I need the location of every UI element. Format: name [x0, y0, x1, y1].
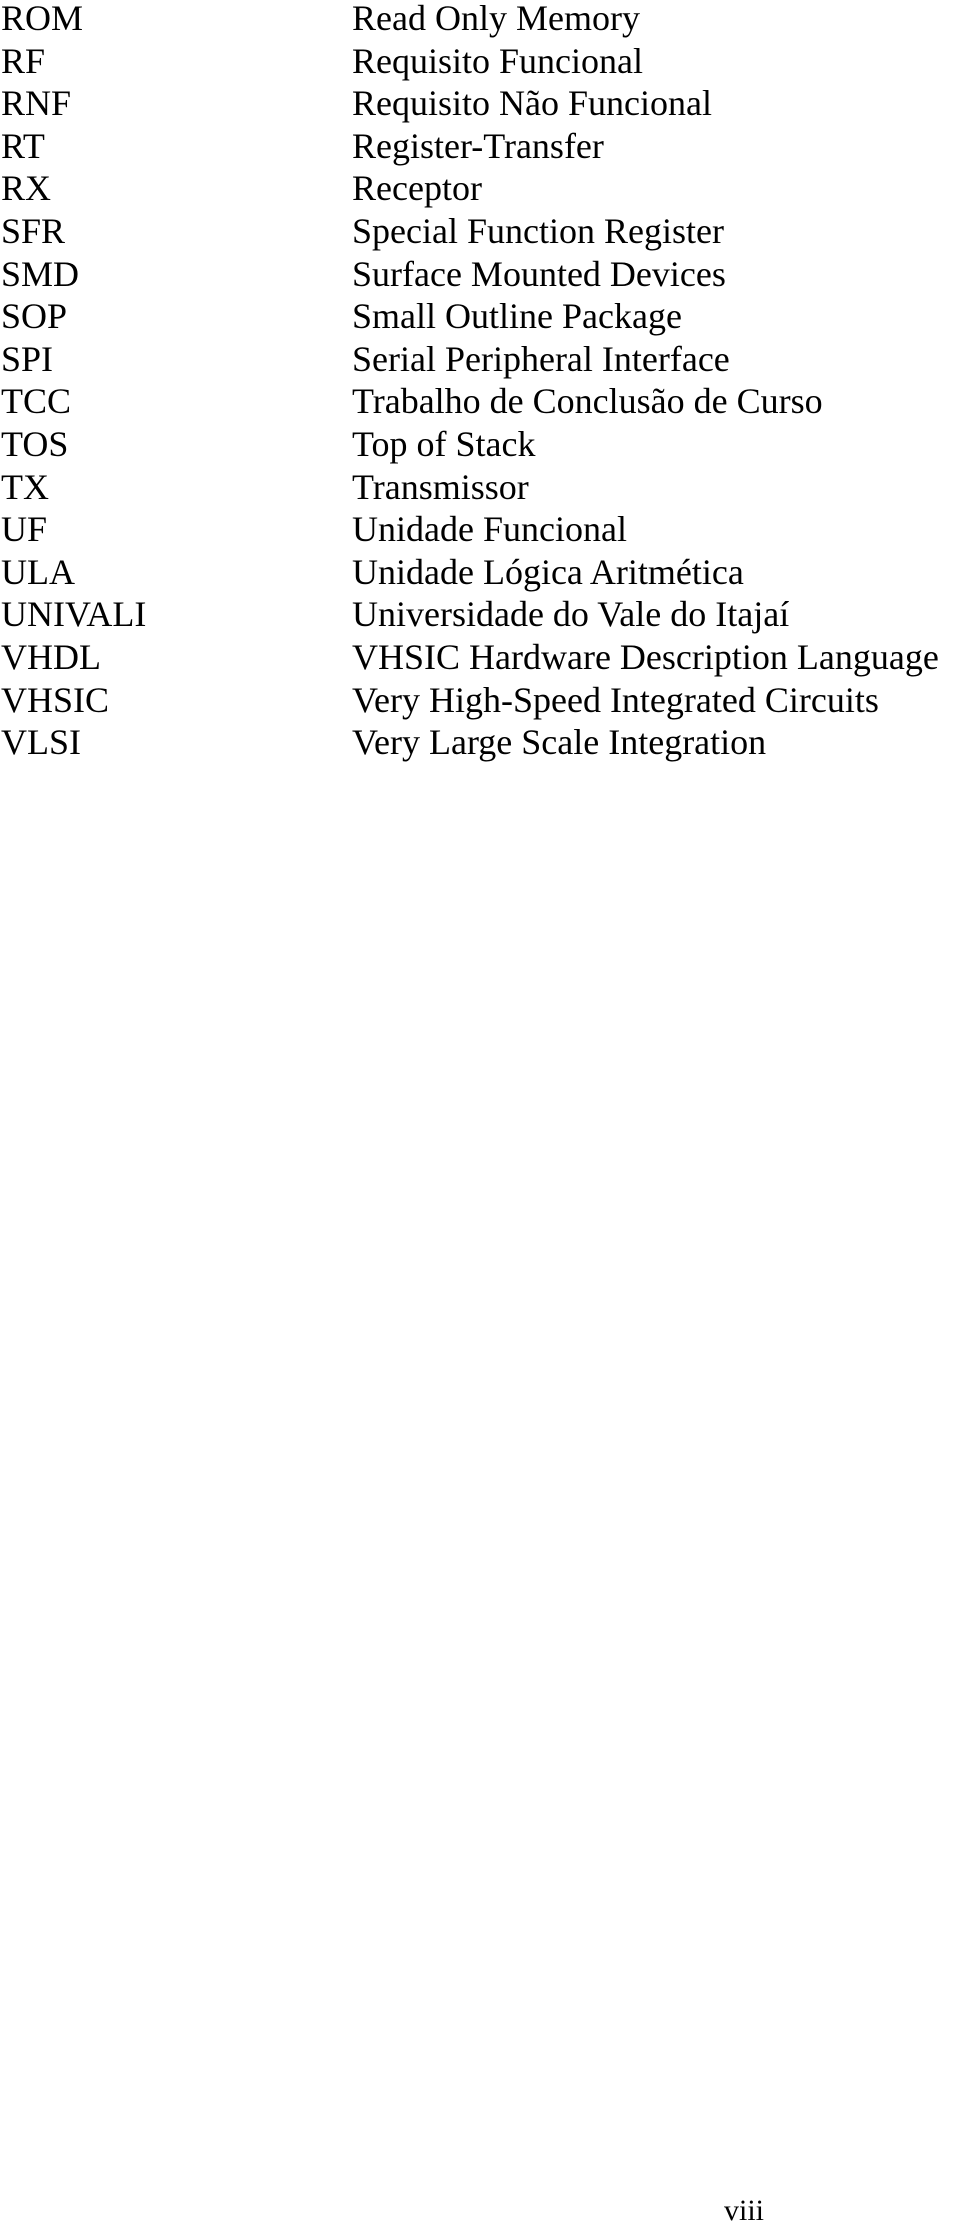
- abbreviation-row: SPI Serial Peripheral Interface: [0, 341, 960, 384]
- abbreviation-term: TCC: [1, 381, 72, 422]
- abbreviation-definition: Requisito Funcional: [352, 40, 643, 81]
- abbreviation-term: SPI: [1, 338, 54, 379]
- abbreviation-definition: Transmissor: [352, 466, 529, 507]
- abbreviation-row: TOS Top of Stack: [0, 426, 960, 469]
- abbreviation-term: ROM: [1, 0, 84, 38]
- abbreviation-definition: Requisito Não Funcional: [352, 83, 712, 124]
- page-number: viii: [724, 2194, 765, 2227]
- abbreviation-row: TCC Trabalho de Conclusão de Curso: [0, 383, 960, 426]
- abbreviation-row: RNF Requisito Não Funcional: [0, 85, 960, 128]
- abbreviation-row: RX Receptor: [0, 170, 960, 213]
- abbreviation-term: RNF: [1, 83, 72, 124]
- abbreviation-term: UF: [1, 509, 48, 550]
- abbreviation-term: SMD: [1, 253, 80, 294]
- abbreviation-definition: Unidade Lógica Aritmética: [352, 551, 744, 592]
- abbreviation-row: VHSIC Very High-Speed Integrated Circuit…: [0, 682, 960, 725]
- abbreviation-list: ROM Read Only Memory RF Requisito Funcio…: [0, 0, 960, 767]
- abbreviation-term: RF: [1, 40, 46, 81]
- abbreviation-term: UNIVALI: [1, 594, 147, 635]
- abbreviation-row: ULA Unidade Lógica Aritmética: [0, 554, 960, 597]
- abbreviation-definition: Special Function Register: [352, 210, 724, 251]
- abbreviation-term: TX: [1, 466, 49, 507]
- abbreviation-row: SFR Special Function Register: [0, 213, 960, 256]
- abbreviation-definition: Read Only Memory: [352, 0, 640, 38]
- abbreviation-definition: Surface Mounted Devices: [352, 253, 726, 294]
- abbreviation-definition: Register-Transfer: [352, 125, 604, 166]
- abbreviation-term: SOP: [1, 296, 68, 337]
- abbreviation-row: TX Transmissor: [0, 469, 960, 512]
- abbreviation-definition: Unidade Funcional: [352, 509, 627, 550]
- abbreviation-row: ROM Read Only Memory: [0, 0, 960, 43]
- abbreviation-definition: Serial Peripheral Interface: [352, 338, 730, 379]
- abbreviation-definition: VHSIC Hardware Description Language: [352, 636, 939, 677]
- abbreviation-term: ULA: [1, 551, 75, 592]
- abbreviation-row: SOP Small Outline Package: [0, 298, 960, 341]
- abbreviation-term: TOS: [1, 423, 69, 464]
- abbreviation-row: SMD Surface Mounted Devices: [0, 256, 960, 299]
- abbreviation-row: VHDL VHSIC Hardware Description Language: [0, 639, 960, 682]
- abbreviation-definition: Universidade do Vale do Itajaí: [352, 594, 790, 635]
- abbreviation-definition: Top of Stack: [352, 423, 536, 464]
- abbreviation-term: SFR: [1, 210, 66, 251]
- abbreviation-definition: Trabalho de Conclusão de Curso: [352, 381, 823, 422]
- abbreviation-definition: Very High-Speed Integrated Circuits: [352, 679, 879, 720]
- abbreviation-row: VLSI Very Large Scale Integration: [0, 724, 960, 767]
- document-page: ROM Read Only Memory RF Requisito Funcio…: [0, 0, 960, 2230]
- abbreviation-term: VHDL: [1, 636, 101, 677]
- abbreviation-term: VHSIC: [1, 679, 110, 720]
- abbreviation-row: UNIVALI Universidade do Vale do Itajaí: [0, 596, 960, 639]
- abbreviation-row: RF Requisito Funcional: [0, 43, 960, 86]
- abbreviation-definition: Small Outline Package: [352, 296, 682, 337]
- abbreviation-term: RT: [1, 125, 45, 166]
- abbreviation-term: VLSI: [1, 722, 81, 763]
- abbreviation-row: UF Unidade Funcional: [0, 511, 960, 554]
- abbreviation-definition: Very Large Scale Integration: [352, 722, 767, 763]
- abbreviation-definition: Receptor: [352, 168, 482, 209]
- abbreviation-term: RX: [1, 168, 52, 209]
- abbreviation-row: RT Register-Transfer: [0, 128, 960, 171]
